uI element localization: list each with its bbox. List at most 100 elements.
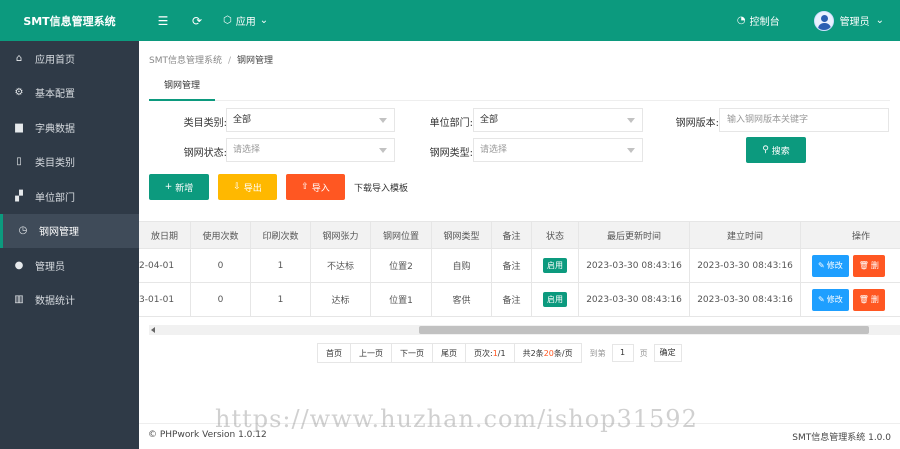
sidebar-item-category[interactable]: ▯ 类目类别 (0, 145, 139, 180)
department-label: 单位部门: (429, 118, 473, 129)
caret-down-icon (627, 148, 635, 153)
scrollbar-thumb[interactable] (419, 326, 869, 334)
cube-icon: ⬡ (223, 15, 232, 26)
column-header[interactable]: 钢网类型 (432, 222, 492, 248)
avatar (813, 10, 834, 31)
export-button[interactable]: ⇩ 导出 (218, 174, 277, 200)
add-button[interactable]: + 新增 (149, 174, 209, 200)
total-prefix: 共2条 (522, 348, 544, 358)
app-menu[interactable]: ⬡ 应用 ⌄ (223, 13, 268, 28)
horizontal-scrollbar[interactable] (149, 325, 900, 335)
sidebar-item-stencil[interactable]: ◷ 钢网管理 (0, 213, 139, 248)
import-icon: ⇧ (301, 182, 309, 192)
watermark-text: https://www.huzhan.com/ishop31592 (215, 405, 698, 433)
per-page-count: 20 (543, 348, 554, 358)
sidebar-item-dictionary[interactable]: ▆ 字典数据 (0, 110, 139, 145)
table-cell: 不达标 (311, 249, 371, 282)
goto-confirm-button[interactable]: 确定 (653, 344, 682, 362)
delete-button-label: 删 (870, 261, 879, 270)
table-cell: 达标 (311, 283, 371, 316)
column-header[interactable]: 建立时间 (690, 222, 801, 248)
table-row: 3-01-01 0 1 达标 位置1 客供 备注 启用 2023-03-30 0… (139, 283, 900, 317)
column-header[interactable]: 钢网张力 (311, 222, 371, 248)
column-header[interactable]: 钢网位置 (371, 222, 432, 248)
sidebar: ⌂ 应用首页 ⚙ 基本配置 ▆ 字典数据 ▯ 类目类别 ▞ 单位部门 ◷ 钢网管… (0, 41, 139, 449)
goto-page-input[interactable]: 1 (611, 344, 634, 362)
trash-icon: 🗑 (858, 295, 869, 304)
delete-button[interactable]: 🗑 删 (852, 254, 885, 277)
dashboard-icon: ◔ (736, 15, 746, 26)
category-select[interactable]: 全部 (226, 108, 395, 132)
table-cell: 2023-03-30 08:43:16 (690, 283, 801, 316)
refresh-icon[interactable]: ⟳ (187, 14, 207, 28)
sidebar-item-stats[interactable]: ▥ 数据统计 (0, 283, 139, 318)
chevron-down-icon: ⌄ (875, 15, 884, 26)
main-content: SMT信息管理系统 / 钢网管理 钢网管理 类目类别: 全部 单位部门: 全部 钢网… (139, 41, 900, 449)
goto-prefix: 到第 (589, 348, 606, 358)
column-header[interactable]: 备注 (492, 222, 532, 248)
edit-button[interactable]: ✎ 修改 (812, 288, 849, 311)
trash-icon: 🗑 (858, 261, 869, 270)
version-input[interactable]: 输入钢网版本关键字 (719, 108, 889, 132)
user-menu[interactable]: 管理员 ⌄ (813, 10, 884, 31)
menu-toggle-icon[interactable]: ☰ (153, 14, 173, 28)
actions-cell: ✎ 修改 🗑 删 (801, 249, 900, 282)
app-title[interactable]: SMT信息管理系统 (0, 0, 139, 41)
table-row: 2-04-01 0 1 不达标 位置2 自购 备注 启用 2023-03-30 … (139, 249, 900, 283)
table-cell: 2023-03-30 08:43:16 (579, 249, 690, 282)
sidebar-item-admin[interactable]: ● 管理员 (0, 248, 139, 283)
chevron-down-icon: ⌄ (259, 15, 269, 26)
pencil-icon: ✎ (818, 295, 825, 304)
next-page-button[interactable]: 下一页 (391, 343, 433, 363)
department-select[interactable]: 全部 (473, 108, 643, 132)
sidebar-item-label: 字典数据 (35, 123, 75, 135)
first-page-button[interactable]: 首页 (317, 343, 351, 363)
table-cell: 2023-03-30 08:43:16 (690, 249, 801, 282)
import-button[interactable]: ⇧ 导入 (286, 174, 345, 200)
column-header[interactable]: 状态 (532, 222, 579, 248)
user-icon: ● (14, 259, 24, 271)
caret-down-icon (627, 118, 635, 123)
page-info: 页次: 1/1 (465, 343, 515, 363)
sidebar-item-label: 数据统计 (35, 296, 75, 308)
table-cell: 0 (191, 249, 251, 282)
console-link[interactable]: ◔ 控制台 (737, 13, 780, 28)
top-bar: SMT信息管理系统 ☰ ⟳ ⬡ 应用 ⌄ ◔ 控制台 管理员 ⌄ (0, 0, 900, 41)
download-template-link[interactable]: 下载导入模板 (354, 181, 408, 194)
breadcrumb-root[interactable]: SMT信息管理系统 (149, 56, 222, 66)
column-header[interactable]: 最后更新时间 (579, 222, 690, 248)
console-label: 控制台 (749, 17, 780, 28)
column-header[interactable]: 使用次数 (191, 222, 251, 248)
sidebar-item-config[interactable]: ⚙ 基本配置 (0, 76, 139, 111)
status-label: 钢网状态: (183, 148, 227, 159)
goto-suffix: 页 (639, 348, 648, 358)
page-total: /1 (497, 348, 506, 358)
last-page-button[interactable]: 尾页 (432, 343, 466, 363)
type-select[interactable]: 请选择 (473, 138, 643, 162)
edit-button[interactable]: ✎ 修改 (812, 254, 849, 277)
status-cell: 启用 (532, 283, 579, 316)
scroll-left-arrow-icon[interactable] (151, 327, 155, 333)
sidebar-item-department[interactable]: ▞ 单位部门 (0, 179, 139, 214)
search-icon: ⚲ (762, 145, 769, 155)
department-select-value: 全部 (480, 115, 499, 125)
delete-button[interactable]: 🗑 删 (852, 288, 885, 311)
status-badge: 启用 (543, 258, 567, 273)
table-cell: 0 (191, 283, 251, 316)
category-label: 类目类别: (183, 118, 227, 129)
sidebar-item-home[interactable]: ⌂ 应用首页 (0, 41, 139, 76)
search-button[interactable]: ⚲ 搜索 (746, 137, 806, 163)
table-cell: 1 (251, 283, 311, 316)
delete-button-label: 删 (870, 295, 879, 304)
chart-icon: ▥ (14, 294, 24, 306)
table-cell: 备注 (492, 249, 532, 282)
status-select[interactable]: 请选择 (226, 138, 395, 162)
sidebar-item-label: 钢网管理 (39, 227, 79, 239)
prev-page-button[interactable]: 上一页 (350, 343, 392, 363)
column-header[interactable]: 放日期 (139, 222, 191, 248)
column-header[interactable]: 印刷次数 (251, 222, 311, 248)
tab-stencil[interactable]: 钢网管理 (149, 75, 215, 101)
type-label: 钢网类型: (429, 148, 473, 159)
total-info: 共2条 20 条/页 (513, 343, 582, 363)
breadcrumb-separator: / (227, 56, 232, 66)
